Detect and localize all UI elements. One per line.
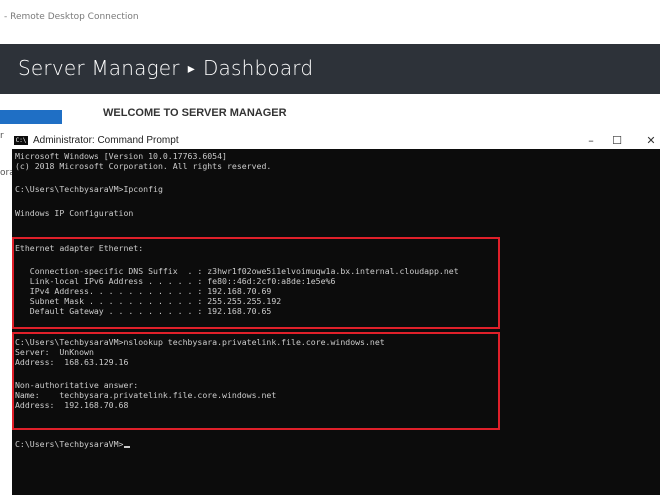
console-line: C:\Users\TechbysaraVM>nslookup techbysar… [15, 337, 385, 347]
console-line: Ethernet adapter Ethernet: [15, 243, 144, 253]
breadcrumb: Server Manager ▸ Dashboard [18, 56, 313, 80]
command-prompt-window[interactable]: C:\ Administrator: Command Prompt – ☐ ✕ … [12, 133, 660, 495]
server-manager-content-strip [0, 104, 660, 130]
sidebar-selected-item[interactable] [0, 110, 62, 124]
app-title[interactable]: Server Manager [18, 56, 180, 80]
console-line: C:\Users\TechbysaraVM>Ipconfig [15, 184, 163, 194]
console-line: Subnet Mask . . . . . . . . . . . : 255.… [15, 296, 282, 306]
console-line: Server: UnKnown [15, 347, 94, 357]
remote-desktop-titlebar: - Remote Desktop Connection [0, 0, 660, 30]
command-prompt-icon: C:\ [14, 136, 28, 145]
console-output[interactable]: Microsoft Windows [Version 10.0.17763.60… [12, 149, 660, 495]
console-line: Windows IP Configuration [15, 208, 134, 218]
console-line: Address: 192.168.70.68 [15, 400, 129, 410]
remote-desktop-title: - Remote Desktop Connection [4, 12, 139, 22]
console-line: IPv4 Address. . . . . . . . . . . : 192.… [15, 286, 272, 296]
console-line: Address: 168.63.129.16 [15, 357, 129, 367]
partial-sidebar-text: r [0, 131, 4, 141]
console-line: Microsoft Windows [Version 10.0.17763.60… [15, 151, 227, 161]
console-line: (c) 2018 Microsoft Corporation. All righ… [15, 161, 272, 171]
close-icon[interactable]: ✕ [639, 133, 660, 149]
command-prompt-titlebar[interactable]: C:\ Administrator: Command Prompt – ☐ ✕ [12, 133, 660, 149]
console-line: Connection-specific DNS Suffix . : z3hwr… [15, 266, 459, 276]
window-title: Administrator: Command Prompt [33, 135, 179, 146]
server-manager-header: Server Manager ▸ Dashboard [0, 44, 660, 94]
maximize-icon[interactable]: ☐ [605, 133, 629, 149]
console-line: Default Gateway . . . . . . . . . : 192.… [15, 306, 272, 316]
minimize-icon[interactable]: – [579, 133, 603, 149]
welcome-heading: WELCOME TO SERVER MANAGER [103, 107, 287, 119]
command-prompt-line[interactable]: C:\Users\TechbysaraVM> [15, 439, 131, 449]
text-cursor [124, 446, 131, 448]
prompt-text: C:\Users\TechbysaraVM> [15, 439, 124, 449]
page-title[interactable]: Dashboard [203, 56, 313, 80]
breadcrumb-separator-icon: ▸ [187, 61, 195, 77]
console-line: Name: techbysara.privatelink.file.core.w… [15, 390, 277, 400]
console-line: Non-authoritative answer: [15, 380, 139, 390]
console-line: Link-local IPv6 Address . . . . . : fe80… [15, 276, 336, 286]
